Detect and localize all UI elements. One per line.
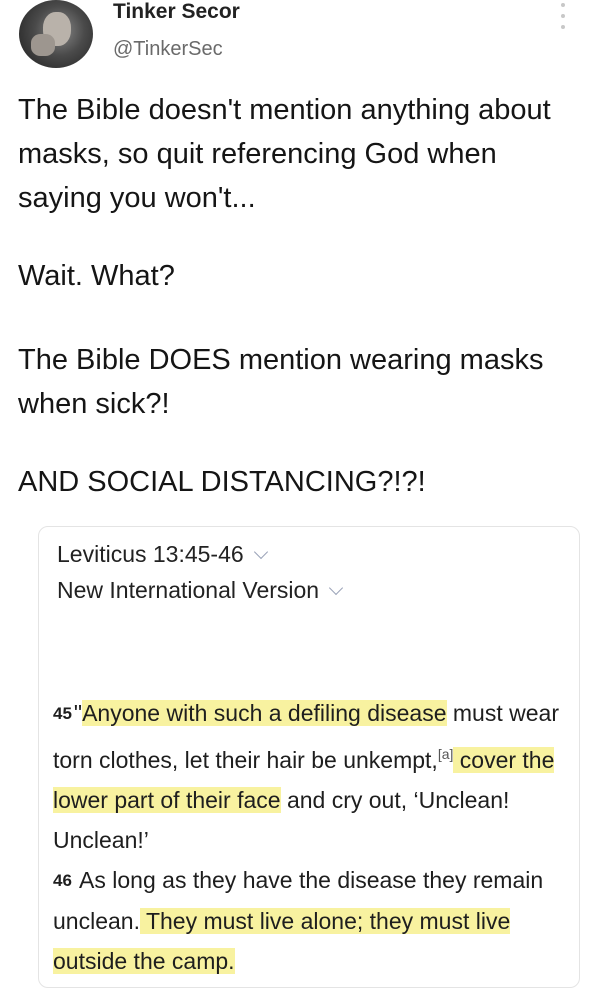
avatar[interactable] <box>19 0 93 68</box>
verse-text: 45"Anyone with such a defiling disease m… <box>53 693 573 981</box>
tweet-paragraph-1: The Bible doesn't mention anything about… <box>18 94 551 214</box>
highlight-passage-1: Anyone with such a defiling disease <box>82 700 447 726</box>
passage-reference: Leviticus 13:45-46 <box>57 541 244 567</box>
open-quote: " <box>73 700 83 726</box>
tweet-paragraph-4: AND SOCIAL DISTANCING?!?! <box>18 466 426 498</box>
version-selector[interactable]: New International Version <box>57 577 344 604</box>
user-handle[interactable]: @TinkerSec <box>113 38 223 61</box>
avatar-hand <box>31 34 55 56</box>
verse-number-46: 46 <box>53 871 72 890</box>
verse-number-45: 45 <box>53 704 72 723</box>
more-options-icon[interactable] <box>558 3 568 29</box>
tweet-paragraph-2: Wait. What? <box>18 260 175 292</box>
chevron-down-icon <box>329 580 344 595</box>
chevron-down-icon <box>253 544 268 559</box>
tweet-paragraph-3: The Bible DOES mention wearing masks whe… <box>18 344 544 420</box>
footnote-link[interactable]: [a] <box>438 746 454 762</box>
bible-version: New International Version <box>57 577 320 603</box>
display-name[interactable]: Tinker Secor <box>113 0 240 24</box>
passage-reference-selector[interactable]: Leviticus 13:45-46 <box>57 541 268 568</box>
bible-verse-card: Leviticus 13:45-46 New International Ver… <box>38 526 580 988</box>
